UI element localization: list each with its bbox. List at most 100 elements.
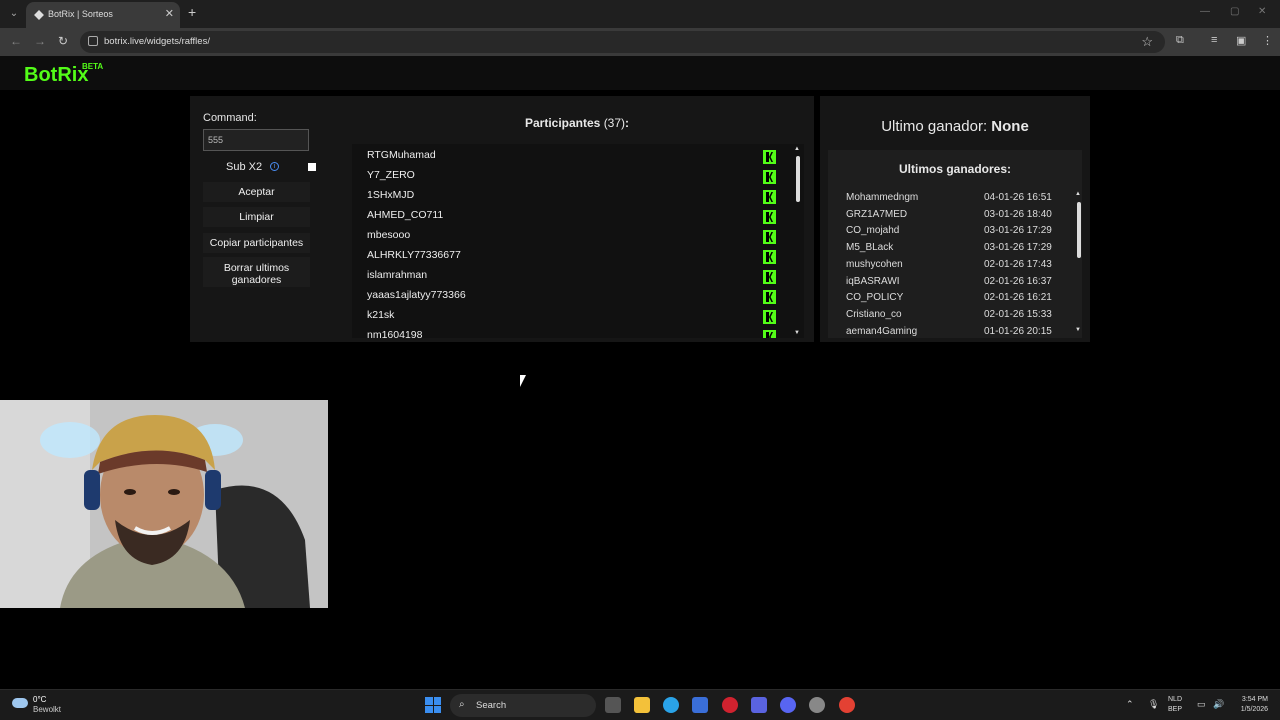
back-icon[interactable]: ←	[10, 34, 22, 48]
participant-name: ALHRKLY77336677	[367, 249, 461, 261]
participants-list[interactable]: RTGMuhamad Y7_ZERO 1SHxMJD AHMED_CO711 mbeso…	[352, 144, 804, 338]
language-indicator[interactable]: NLD BEP	[1168, 695, 1182, 715]
site-info-icon[interactable]	[88, 36, 98, 46]
menu-icon[interactable]: ⋮	[1262, 34, 1273, 47]
file-explorer-icon[interactable]	[634, 697, 650, 713]
winners-panel: Ultimo ganador: None Ultimos ganadores: …	[820, 96, 1090, 342]
last-winner: Ultimo ganador: None	[820, 118, 1090, 135]
delete-winners-button[interactable]: Borrar ultimos ganadores	[203, 257, 310, 287]
winner-date: 03-01-26 17:29	[984, 242, 1052, 254]
browser-toolbar: ← → ↻ botrix.live/widgets/raffles/ ☆ ⧉ ≡…	[0, 28, 1280, 56]
opera-icon[interactable]	[722, 697, 738, 713]
winner-name: CO_POLICY	[846, 292, 904, 304]
winner-date: 02-01-26 17:43	[984, 258, 1052, 270]
task-view-icon[interactable]	[605, 697, 621, 713]
windows-taskbar: 0°C Bewolkt ⌕ Search ⌃ 🎙 NLD BEP ▭ 🔊 3:5…	[0, 689, 1280, 720]
kick-icon	[763, 150, 776, 164]
last-winner-name: None	[991, 118, 1029, 135]
discord-icon[interactable]	[780, 697, 796, 713]
winner-name: Cristiano_co	[846, 308, 902, 320]
translate-icon[interactable]: ▣	[1236, 34, 1246, 47]
kick-icon	[763, 270, 776, 284]
scroll-up-arrow[interactable]: ▲	[794, 146, 800, 152]
participant-name: k21sk	[367, 309, 395, 321]
kick-icon	[763, 190, 776, 204]
raffle-panel: Command: Sub X2 i Aceptar Limpiar Copiar…	[190, 96, 814, 342]
clock-time: 3:54 PM	[1241, 696, 1268, 703]
bookmark-star-icon[interactable]: ☆	[1141, 34, 1153, 50]
extensions-icon[interactable]: ⧉	[1176, 34, 1184, 47]
tab-search-icon[interactable]: ⌄	[6, 6, 22, 22]
reload-icon[interactable]: ↻	[58, 34, 68, 48]
winner-date: 02-01-26 15:33	[984, 308, 1052, 320]
weather-cloud-icon[interactable]	[12, 698, 28, 708]
winner-date: 02-01-26 16:21	[984, 292, 1052, 304]
start-icon[interactable]	[425, 697, 441, 713]
winner-name: Mohammedngm	[846, 192, 919, 203]
favicon-icon	[34, 10, 44, 20]
mouse-cursor-icon	[520, 375, 526, 387]
participant-name: islamrahman	[367, 269, 428, 281]
participant-name: RTGMuhamad	[367, 149, 436, 161]
tray-chevron-icon[interactable]: ⌃	[1126, 699, 1134, 710]
accept-button[interactable]: Aceptar	[203, 182, 310, 202]
taskbar-search-text: Search	[476, 700, 507, 711]
delete-winners-label-line1: Borrar ultimos	[223, 261, 290, 274]
winners-scrollbar[interactable]	[1077, 202, 1081, 258]
winner-date: 02-01-26 16:37	[984, 275, 1052, 287]
close-tab-icon[interactable]: ✕	[165, 7, 174, 20]
sub-x2-checkbox[interactable]	[308, 163, 316, 171]
participant-name: yaaas1ajlatyy773366	[367, 289, 466, 301]
store-icon[interactable]	[692, 697, 708, 713]
site-header: BotRix BETA	[0, 56, 1280, 90]
participant-name: AHMED_CO711	[367, 209, 444, 221]
new-tab-icon[interactable]: +	[188, 4, 196, 20]
settings-gear-icon[interactable]	[809, 697, 825, 713]
winner-name: CO_mojahd	[846, 225, 900, 237]
participant-name: nm1604198	[367, 329, 423, 338]
participants-colon: :	[625, 116, 630, 130]
clear-button[interactable]: Limpiar	[203, 207, 310, 227]
scroll-down-arrow[interactable]: ▼	[794, 330, 800, 336]
lang-line2: BEP	[1168, 706, 1183, 713]
address-bar[interactable]: botrix.live/widgets/raffles/ ☆	[80, 31, 1165, 53]
forward-icon[interactable]: →	[34, 34, 46, 48]
winner-date: 03-01-26 17:29	[984, 225, 1052, 237]
media-icon[interactable]: ≡	[1211, 34, 1217, 46]
browser-tab[interactable]: BotRix | Sorteos ✕	[26, 2, 180, 28]
taskbar-clock[interactable]: 3:54 PM 1/5/2026	[1228, 695, 1268, 715]
close-window-icon[interactable]: ✕	[1258, 6, 1266, 17]
taskbar-search[interactable]: ⌕ Search	[450, 694, 596, 717]
winner-date: 03-01-26 18:40	[984, 208, 1052, 220]
participants-scrollbar[interactable]	[796, 156, 800, 202]
beta-badge: BETA	[82, 62, 104, 71]
sub-x2-label: Sub X2	[226, 161, 263, 173]
microphone-icon[interactable]: 🎙	[1148, 699, 1159, 710]
volume-icon[interactable]: 🔊	[1213, 699, 1224, 710]
webcam-image	[0, 400, 328, 608]
kick-icon	[763, 250, 776, 264]
edge-icon[interactable]	[663, 697, 679, 713]
winner-name: aeman4Gaming	[846, 325, 918, 337]
winners-scroll-down-arrow[interactable]: ▼	[1075, 327, 1081, 333]
chrome-icon[interactable]	[839, 697, 855, 713]
botrix-logo[interactable]: BotRix	[24, 64, 88, 87]
command-input[interactable]	[203, 129, 309, 151]
app-icon[interactable]	[751, 697, 767, 713]
minimize-icon[interactable]: —	[1200, 6, 1210, 17]
participants-label: Participantes	[524, 116, 601, 130]
info-icon[interactable]: i	[270, 162, 279, 171]
network-icon[interactable]: ▭	[1197, 699, 1206, 710]
recent-winners-title: Ultimos ganadores:	[898, 162, 1012, 176]
winners-scroll-up-arrow[interactable]: ▲	[1075, 191, 1081, 197]
winner-date: 04-01-26 16:51	[984, 192, 1052, 203]
copy-participants-button[interactable]: Copiar participantes	[203, 233, 310, 253]
winner-name: M5_BLack	[846, 242, 894, 254]
maximize-icon[interactable]: ▢	[1230, 6, 1239, 17]
clock-date: 1/5/2026	[1240, 706, 1268, 713]
webcam-overlay	[0, 400, 328, 608]
kick-icon	[763, 330, 776, 338]
winner-name: mushycohen	[846, 258, 903, 270]
participants-count: (37)	[603, 116, 626, 130]
kick-icon	[763, 210, 776, 224]
